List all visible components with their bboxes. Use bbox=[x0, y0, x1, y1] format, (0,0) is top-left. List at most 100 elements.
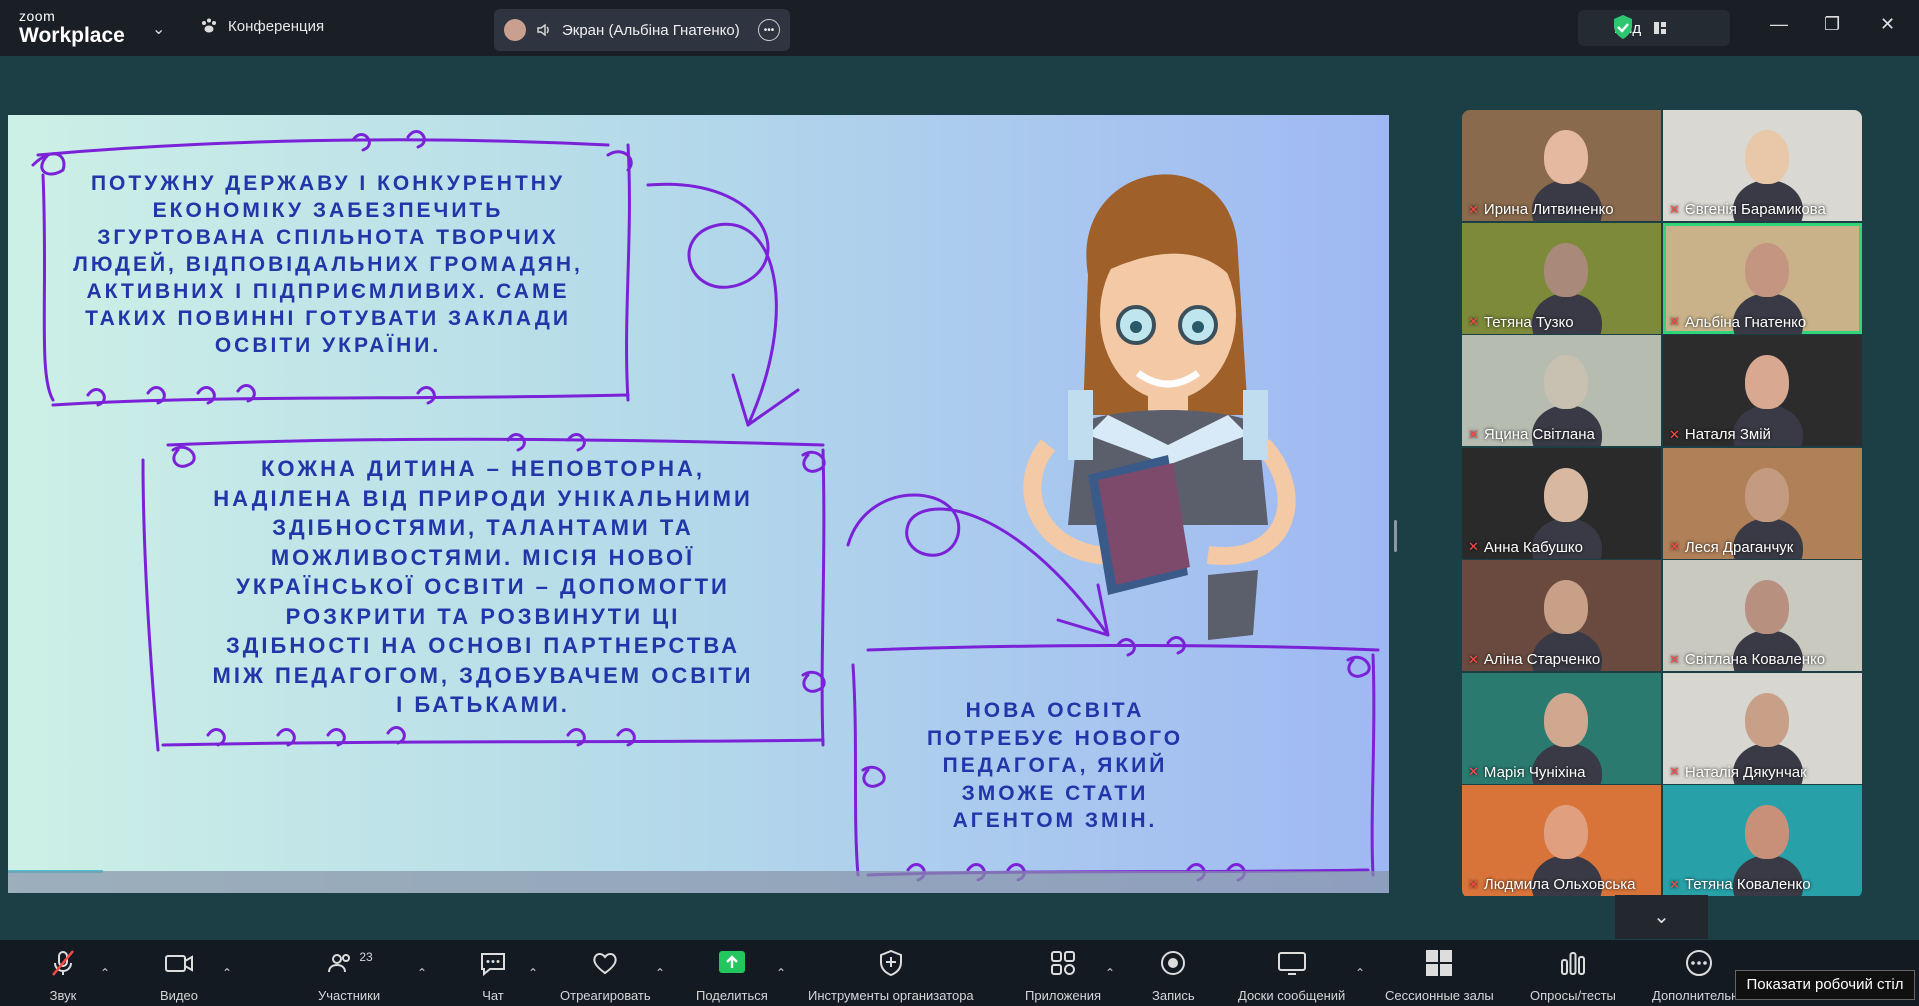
react-options-caret[interactable]: ⌃ bbox=[655, 966, 665, 980]
participant-name: ✕ Наталія Дякунчак bbox=[1669, 764, 1807, 781]
participant-tile[interactable]: ✕ Леся Драганчук bbox=[1663, 447, 1862, 559]
participant-face bbox=[1544, 242, 1588, 297]
share-screen-button[interactable]: Поделиться bbox=[696, 948, 768, 1003]
record-button[interactable]: Запись bbox=[1152, 948, 1195, 1003]
close-icon[interactable]: ✕ bbox=[1880, 14, 1895, 35]
mic-muted-icon: ✕ bbox=[1669, 539, 1680, 554]
polls-button[interactable]: Опросы/тесты bbox=[1530, 948, 1616, 1003]
participant-tile[interactable]: ✕ Аліна Старченко bbox=[1462, 560, 1661, 671]
participant-name: ✕ Леся Драганчук bbox=[1669, 539, 1793, 556]
participant-tile[interactable]: ✕ Марія Чуніхіна bbox=[1462, 672, 1661, 784]
apps-icon bbox=[1051, 951, 1076, 975]
participant-face bbox=[1745, 130, 1789, 184]
chevron-down-icon[interactable]: ⌄ bbox=[152, 19, 165, 39]
react-button[interactable]: Отреагировать bbox=[560, 948, 651, 1003]
apps-button[interactable]: Приложения bbox=[1025, 948, 1101, 1003]
mic-muted-icon: ✕ bbox=[1669, 426, 1680, 442]
participant-face bbox=[1745, 467, 1789, 522]
participant-tile[interactable]: ✕ Анна Кабушко bbox=[1462, 447, 1661, 559]
more-options-icon[interactable]: ••• bbox=[758, 19, 780, 41]
video-label: Видео bbox=[160, 988, 198, 1003]
participants-button[interactable]: 23 Участники bbox=[318, 948, 380, 1003]
audio-options-caret[interactable]: ⌃ bbox=[100, 966, 110, 980]
chat-options-caret[interactable]: ⌃ bbox=[528, 966, 538, 980]
participant-name-label: Євгенія Барамикова bbox=[1684, 201, 1826, 218]
participant-name-label: Анна Кабушко bbox=[1483, 538, 1583, 556]
mic-muted-icon bbox=[52, 950, 74, 976]
participant-name: ✕ Людмила Ольховська bbox=[1468, 876, 1635, 893]
speaker-icon bbox=[537, 23, 549, 37]
apps-options-caret[interactable]: ⌃ bbox=[1105, 966, 1115, 980]
logo-top-text: zoom bbox=[19, 8, 56, 24]
minimize-icon[interactable]: — bbox=[1770, 14, 1788, 35]
participant-face bbox=[1544, 580, 1588, 634]
participant-tile[interactable]: ✕ Наталія Дякунчак bbox=[1663, 672, 1862, 784]
host-tools-label: Инструменты организатора bbox=[808, 988, 974, 1003]
mic-muted-icon: ✕ bbox=[1468, 201, 1479, 217]
whiteboards-options-caret[interactable]: ⌃ bbox=[1355, 966, 1365, 980]
mic-muted-icon: ✕ bbox=[1468, 651, 1479, 667]
participants-label: Участники bbox=[318, 988, 381, 1003]
breakout-label: Сессионные залы bbox=[1385, 988, 1494, 1003]
more-button[interactable]: Дополнительно bbox=[1652, 948, 1746, 1003]
participant-face bbox=[1745, 805, 1789, 859]
audio-button[interactable]: Звук bbox=[48, 948, 78, 1003]
panel-resize-handle[interactable] bbox=[1394, 520, 1397, 552]
participant-face bbox=[1544, 467, 1588, 522]
slide-text-2: КОЖНА ДИТИНА – НЕПОВТОРНА, НАДІЛЕНА ВІД … bbox=[212, 456, 754, 717]
participant-tile[interactable]: ✕ Ирина Литвиненко bbox=[1462, 110, 1661, 221]
grid-view-icon bbox=[1654, 22, 1667, 34]
participant-name-label: Людмила Ольховська bbox=[1483, 876, 1636, 893]
screen-share-indicator[interactable]: Экран (Альбіна Гнатенко) ••• bbox=[494, 9, 790, 51]
host-tools-button[interactable]: Инструменты организатора bbox=[808, 948, 974, 1003]
participant-tile[interactable]: ✕ Альбіна Гнатенко bbox=[1663, 222, 1862, 334]
participant-face bbox=[1745, 692, 1789, 747]
participant-face bbox=[1544, 692, 1588, 747]
chevron-down-icon[interactable]: ⌄ bbox=[1615, 895, 1708, 939]
share-options-caret[interactable]: ⌃ bbox=[776, 966, 786, 980]
conference-menu[interactable]: Конференция bbox=[200, 17, 324, 35]
participant-name: ✕ Марія Чуніхіна bbox=[1468, 764, 1585, 781]
video-options-caret[interactable]: ⌃ bbox=[222, 966, 232, 980]
shared-screen: ПОТУЖНУ ДЕРЖАВУ І КОНКУРЕНТНУ ЕКОНОМІКУ … bbox=[8, 115, 1389, 893]
participant-name-label: Марія Чуніхіна bbox=[1483, 763, 1586, 781]
apps-label: Приложения bbox=[1025, 988, 1102, 1003]
participant-name-label: Яцина Світлана bbox=[1483, 426, 1595, 443]
whiteboards-label: Доски сообщений bbox=[1238, 988, 1346, 1003]
participant-name-label: Ирина Литвиненко bbox=[1483, 201, 1614, 218]
breakout-rooms-button[interactable]: Сессионные залы bbox=[1385, 948, 1494, 1003]
participant-tile[interactable]: ✕ Тетяна Коваленко bbox=[1663, 785, 1862, 896]
mic-muted-icon: ✕ bbox=[1669, 764, 1680, 779]
paw-icon bbox=[202, 18, 216, 33]
participant-tile[interactable]: ✕ Євгенія Барамикова bbox=[1663, 110, 1862, 221]
participant-tile[interactable]: ✕ Людмила Ольховська bbox=[1462, 785, 1661, 896]
participant-tile[interactable]: ✕ Світлана Коваленко bbox=[1663, 560, 1862, 671]
conference-label: Конференция bbox=[228, 17, 325, 35]
mic-muted-icon: ✕ bbox=[1669, 314, 1680, 329]
mic-muted-icon: ✕ bbox=[1669, 876, 1680, 892]
restore-icon[interactable]: ❐ bbox=[1824, 14, 1840, 35]
participant-name-label: Світлана Коваленко bbox=[1684, 651, 1826, 668]
shield-icon bbox=[879, 949, 902, 977]
view-button[interactable]: Вид bbox=[1578, 10, 1730, 46]
mic-muted-icon: ✕ bbox=[1468, 876, 1479, 892]
share-label-button: Поделиться bbox=[696, 988, 768, 1003]
video-button[interactable]: Видео bbox=[160, 948, 198, 1003]
audio-label: Звук bbox=[49, 988, 77, 1003]
whiteboards-button[interactable]: Доски сообщений bbox=[1238, 948, 1345, 1003]
chat-button[interactable]: Чат bbox=[478, 948, 508, 1003]
title-bar: zoom Workplace ⌄ Конференция Экран (Альб… bbox=[0, 0, 1919, 56]
chat-label: Чат bbox=[482, 988, 504, 1003]
participant-tile[interactable]: ✕ Тетяна Тузко bbox=[1462, 222, 1661, 334]
presenter-controls-bar bbox=[8, 871, 1389, 893]
mic-muted-icon: ✕ bbox=[1468, 314, 1479, 329]
participant-tile[interactable]: ✕ Яцина Світлана bbox=[1462, 335, 1661, 446]
encryption-shield-icon[interactable] bbox=[1612, 14, 1634, 40]
teacher-illustration bbox=[1023, 174, 1296, 640]
participant-name-label: Тетяна Коваленко bbox=[1684, 876, 1811, 893]
heart-icon bbox=[593, 953, 618, 975]
participants-options-caret[interactable]: ⌃ bbox=[417, 966, 427, 980]
avatar bbox=[504, 19, 526, 41]
participant-tile[interactable]: ✕ Наталя Змій bbox=[1663, 335, 1862, 446]
breakout-icon bbox=[1426, 950, 1453, 976]
